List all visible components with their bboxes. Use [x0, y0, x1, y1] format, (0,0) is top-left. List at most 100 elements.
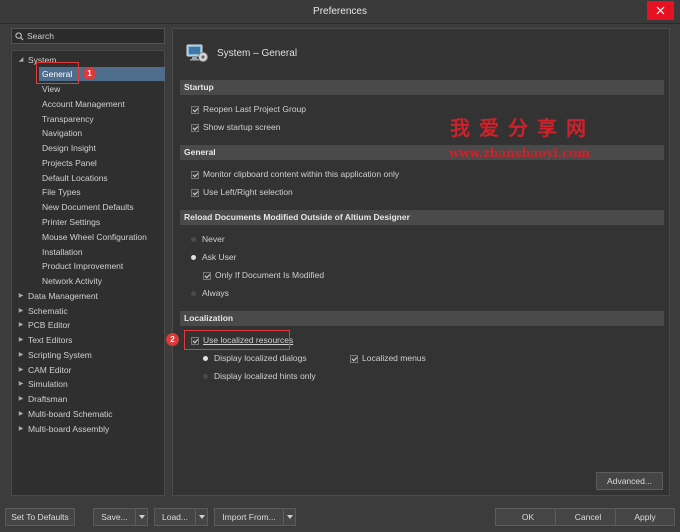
- checkbox-label: Localized menus: [362, 353, 426, 363]
- checkbox-check[interactable]: [191, 105, 199, 114]
- tree-item-multi-board-assembly[interactable]: ▶ Multi-board Assembly: [19, 422, 110, 436]
- expand-arrow-icon[interactable]: ◢: [17, 53, 25, 67]
- set-to-defaults-button[interactable]: Set To Defaults: [5, 508, 75, 526]
- expand-arrow-icon[interactable]: ▶: [17, 422, 25, 436]
- tree-item-label: Multi-board Schematic: [28, 409, 113, 419]
- tree-item-simulation[interactable]: ▶ Simulation: [19, 377, 68, 391]
- tree-item-schematic[interactable]: ▶ Schematic: [19, 304, 68, 318]
- expand-arrow-icon[interactable]: ▶: [17, 318, 25, 332]
- preferences-tree: ◢ System General View Account Management…: [11, 50, 165, 496]
- checkbox-check[interactable]: [191, 188, 199, 197]
- page-title: System – General: [217, 47, 298, 59]
- section-startup: Startup: [180, 80, 664, 95]
- monitor-clipboard-checkbox[interactable]: Monitor clipboard content within this ap…: [191, 168, 399, 181]
- load-button[interactable]: Load...: [154, 508, 196, 526]
- checkbox-label: Reopen Last Project Group: [203, 104, 307, 114]
- tree-item-pcb-editor[interactable]: ▶ PCB Editor: [19, 318, 70, 332]
- tree-item-draftsman[interactable]: ▶ Draftsman: [19, 392, 68, 406]
- advanced-button[interactable]: Advanced...: [596, 472, 663, 490]
- reload-always-radio[interactable]: Always: [191, 287, 229, 300]
- display-localized-hints-radio[interactable]: Display localized hints only: [203, 370, 316, 383]
- tree-item-label: View: [42, 84, 61, 94]
- tree-item-transparency[interactable]: Transparency: [42, 112, 94, 126]
- expand-arrow-icon[interactable]: ▶: [17, 377, 25, 391]
- search-icon: [15, 31, 24, 41]
- tree-item-label: Scripting System: [28, 350, 92, 360]
- annotation-badge-1: 1: [83, 67, 96, 80]
- ok-button[interactable]: OK: [495, 508, 561, 526]
- expand-arrow-icon[interactable]: ▶: [17, 392, 25, 406]
- tree-item-installation[interactable]: Installation: [42, 245, 83, 259]
- annotation-box-localized: [184, 330, 290, 350]
- search-input[interactable]: [27, 31, 157, 41]
- close-button[interactable]: [647, 1, 674, 20]
- tree-item-label: Network Activity: [42, 276, 102, 286]
- save-split-button[interactable]: Save...: [93, 508, 148, 526]
- tree-item-data-management[interactable]: ▶ Data Management: [19, 289, 98, 303]
- panel-header: System – General: [185, 41, 297, 65]
- localized-menus-checkbox[interactable]: Localized menus: [350, 352, 426, 365]
- chevron-down-icon: [198, 515, 205, 519]
- expand-arrow-icon[interactable]: ▶: [17, 363, 25, 377]
- apply-button[interactable]: Apply: [615, 508, 675, 526]
- only-if-modified-checkbox[interactable]: Only If Document Is Modified: [203, 269, 324, 282]
- expand-arrow-icon[interactable]: ▶: [17, 348, 25, 362]
- left-right-selection-checkbox[interactable]: Use Left/Right selection: [191, 186, 293, 199]
- expand-arrow-icon[interactable]: ▶: [17, 333, 25, 347]
- tree-item-product-improvement[interactable]: Product Improvement: [42, 259, 123, 273]
- expand-arrow-icon[interactable]: ▶: [17, 304, 25, 318]
- tree-item-account-management[interactable]: Account Management: [42, 97, 125, 111]
- import-from-dropdown[interactable]: [284, 508, 296, 526]
- title-bar: Preferences: [0, 0, 680, 24]
- annotation-box-general: [36, 62, 79, 84]
- tree-item-label: Text Editors: [28, 335, 73, 345]
- tree-item-file-types[interactable]: File Types: [42, 185, 81, 199]
- save-button[interactable]: Save...: [93, 508, 136, 526]
- checkbox-check[interactable]: [350, 354, 358, 363]
- tree-item-printer-settings[interactable]: Printer Settings: [42, 215, 100, 229]
- search-box[interactable]: [11, 28, 165, 44]
- reopen-last-project-group-checkbox[interactable]: Reopen Last Project Group: [191, 103, 306, 116]
- radio-dot[interactable]: [203, 374, 208, 379]
- radio-dot[interactable]: [191, 291, 196, 296]
- tree-item-multi-board-schematic[interactable]: ▶ Multi-board Schematic: [19, 407, 113, 421]
- import-from-button[interactable]: Import From...: [214, 508, 284, 526]
- tree-item-cam-editor[interactable]: ▶ CAM Editor: [19, 363, 72, 377]
- tree-item-navigation[interactable]: Navigation: [42, 126, 82, 140]
- tree-item-mouse-wheel-configuration[interactable]: Mouse Wheel Configuration: [42, 230, 147, 244]
- reload-ask-user-radio[interactable]: Ask User: [191, 251, 236, 264]
- close-icon: [656, 6, 665, 15]
- show-startup-screen-checkbox[interactable]: Show startup screen: [191, 121, 280, 134]
- tree-item-label: Installation: [42, 247, 83, 257]
- reload-never-radio[interactable]: Never: [191, 233, 225, 246]
- chevron-down-icon: [138, 515, 145, 519]
- tree-item-default-locations[interactable]: Default Locations: [42, 171, 108, 185]
- checkbox-label: Use Left/Right selection: [203, 187, 293, 197]
- save-dropdown[interactable]: [136, 508, 148, 526]
- system-general-icon: [186, 44, 208, 62]
- radio-dot[interactable]: [203, 356, 208, 361]
- tree-item-design-insight[interactable]: Design Insight: [42, 141, 96, 155]
- radio-label: Display localized hints only: [214, 371, 316, 381]
- radio-label: Never: [202, 234, 225, 244]
- display-localized-dialogs-radio[interactable]: Display localized dialogs: [203, 352, 307, 365]
- tree-item-projects-panel[interactable]: Projects Panel: [42, 156, 97, 170]
- checkbox-check[interactable]: [191, 123, 199, 132]
- tree-item-text-editors[interactable]: ▶ Text Editors: [19, 333, 73, 347]
- tree-item-network-activity[interactable]: Network Activity: [42, 274, 102, 288]
- import-from-split-button[interactable]: Import From...: [214, 508, 296, 526]
- checkbox-check[interactable]: [203, 271, 211, 280]
- radio-dot[interactable]: [191, 255, 196, 260]
- load-dropdown[interactable]: [196, 508, 208, 526]
- tree-item-label: Projects Panel: [42, 158, 97, 168]
- load-split-button[interactable]: Load...: [154, 508, 208, 526]
- expand-arrow-icon[interactable]: ▶: [17, 289, 25, 303]
- cancel-button[interactable]: Cancel: [555, 508, 621, 526]
- tree-item-new-document-defaults[interactable]: New Document Defaults: [42, 200, 134, 214]
- checkbox-check[interactable]: [191, 170, 199, 179]
- tree-item-view[interactable]: View: [42, 82, 60, 96]
- radio-label: Ask User: [202, 252, 237, 262]
- tree-item-scripting-system[interactable]: ▶ Scripting System: [19, 348, 92, 362]
- expand-arrow-icon[interactable]: ▶: [17, 407, 25, 421]
- radio-dot[interactable]: [191, 237, 196, 242]
